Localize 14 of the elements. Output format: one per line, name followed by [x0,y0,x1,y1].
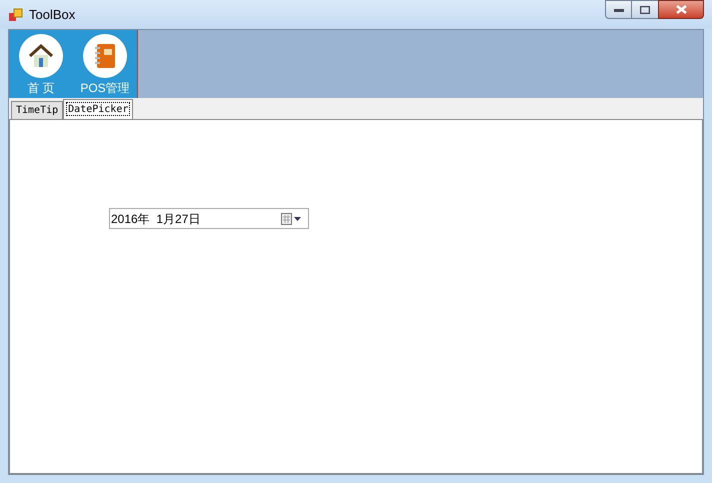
close-button[interactable] [658,0,704,19]
app-icon [9,8,23,22]
tab[interactable]: TimeTip [11,101,64,119]
minimize-button[interactable] [605,0,632,19]
window-title: ToolBox [29,6,76,24]
calendar-dropdown-icon[interactable] [281,212,303,224]
maximize-button[interactable] [632,0,658,19]
minimize-icon [614,8,624,12]
maximize-icon [640,6,650,14]
notebook-icon [94,43,116,69]
tab[interactable]: DatePicker [63,99,134,119]
house-icon [28,44,54,68]
close-icon [676,5,686,14]
date-picker[interactable]: 2016年 1月27日 [109,208,309,229]
